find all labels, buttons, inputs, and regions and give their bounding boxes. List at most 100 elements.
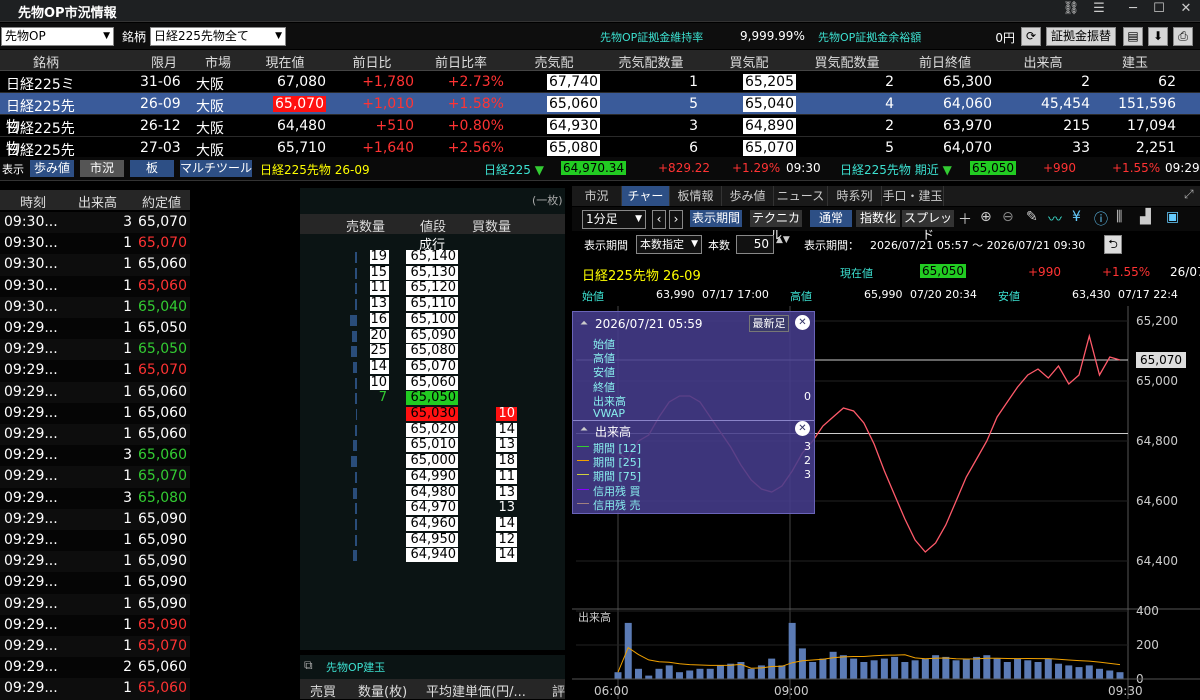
zoom-in-icon[interactable]: ⊕ (980, 209, 992, 225)
book-row[interactable]: 64,940 14 (300, 548, 565, 564)
chart-tab-4[interactable]: ニュース (774, 186, 828, 206)
quote-cell-7: 6 (604, 140, 698, 156)
chart-tab-6[interactable]: 手口・建玉 (882, 186, 944, 206)
refresh-icon[interactable]: ⟳ (1021, 27, 1041, 46)
yen-icon[interactable]: ¥ (1072, 209, 1081, 225)
book-row[interactable]: 64,950 12 (300, 532, 565, 549)
period-button[interactable]: 表示期間 (690, 210, 742, 227)
menu-icon[interactable]: ☰ (1088, 0, 1110, 20)
tick-time: 09:30... (4, 256, 58, 273)
close-icon[interactable]: ✕ (1175, 0, 1197, 20)
quote-row[interactable]: 日経225ミニ31-06大阪67,080+1,780+2.73%67,74016… (0, 71, 1200, 113)
quote-row[interactable]: 日経225先物 26-12 大阪 64,480 +510 +0.80% 64,930 3 64,… (0, 115, 1200, 157)
zoom-out-icon[interactable]: ⊖ (1002, 209, 1014, 225)
layout-icon[interactable]: ▤ (1123, 27, 1143, 46)
product-select[interactable]: 先物OP ▼ (1, 27, 114, 46)
maximize-icon[interactable]: ☐ (1148, 0, 1170, 20)
chart-tab-5[interactable]: 時系列 (828, 186, 882, 206)
chart-tab-0[interactable]: 市況 (572, 186, 622, 206)
overlay-volume-value: 0 (804, 390, 811, 403)
book-row[interactable]: 16 65,100 (300, 312, 565, 329)
quote-header-5: 前日比率 (434, 56, 487, 71)
tab-multitool[interactable]: マルチツール (180, 160, 252, 177)
tick-price: 65,060 (138, 383, 187, 400)
overlay-close-icon[interactable]: ✕ (795, 315, 810, 330)
reset-icon[interactable]: ⮌ (1104, 235, 1122, 254)
book-row[interactable]: 65,010 13 (300, 438, 565, 454)
chart-tabs: 市況チャート板情報歩み値ニュース時系列手口・建玉 (572, 186, 1200, 223)
transfer-button[interactable]: 証拠金振替 (1046, 27, 1116, 46)
print-icon[interactable]: ⎙ (1173, 27, 1193, 46)
book-row[interactable]: 13 65,110 (300, 297, 565, 313)
quote-cell-3: 65,710 (244, 140, 326, 156)
book-row[interactable]: 14 65,070 (300, 359, 565, 376)
book-row[interactable]: 65,020 14 (300, 422, 565, 439)
chart-tab-2[interactable]: 板情報 (670, 186, 722, 206)
period-select[interactable]: 本数指定 ▼ (636, 235, 702, 254)
positions-title: 先物OP建玉 (326, 661, 386, 674)
interval-select[interactable]: 1分足 ▼ (582, 210, 646, 229)
overlay-close-icon-2[interactable]: ✕ (795, 421, 810, 436)
quote-value: 大阪 (196, 121, 224, 137)
book-row[interactable]: 15 65,130 (300, 265, 565, 282)
chart-tab-3[interactable]: 歩み値 (722, 186, 774, 206)
book-row[interactable]: 65,030 10 (300, 407, 565, 423)
book-row[interactable]: 11 65,120 (300, 281, 565, 297)
book-row[interactable]: 7 65,050 (300, 391, 565, 407)
tick-time: 09:29... (4, 383, 58, 400)
book-header-price: 値段 (420, 220, 447, 235)
book-row[interactable]: 64,970 13 (300, 501, 565, 517)
legend-line (577, 446, 589, 447)
count-spinner-icon[interactable]: ▲▼ (776, 235, 790, 245)
volume-bar (911, 660, 919, 679)
collapse-icon[interactable]: ⏶ (580, 318, 588, 329)
area-icon[interactable]: ▟ (1140, 209, 1151, 225)
book-price: 65,100 (406, 312, 458, 327)
book-row[interactable]: 65,000 18 (300, 454, 565, 470)
spread-button[interactable]: スプレッド (902, 210, 954, 242)
window-icon[interactable]: ⧉ (304, 658, 313, 673)
volume-bar (686, 670, 694, 679)
expand-icon[interactable]: ⤢ (1184, 187, 1194, 202)
minimize-icon[interactable]: ─ (1122, 0, 1144, 20)
crosshair-icon[interactable]: ＋ (958, 209, 972, 229)
book-row[interactable]: 19 65,140 (300, 250, 565, 266)
count-input[interactable]: 50 (736, 235, 774, 254)
book-row[interactable]: 10 65,060 (300, 375, 565, 392)
tab-market[interactable]: 市況 (80, 160, 124, 177)
collapse-icon-2[interactable]: ⏶ (580, 424, 588, 435)
index2-change: +990 (1043, 161, 1076, 175)
book-row[interactable]: 64,980 13 (300, 485, 565, 502)
book-row[interactable]: 20 65,090 (300, 328, 565, 345)
latest-button[interactable]: 最新足 (749, 315, 789, 332)
book-row[interactable]: 25 65,080 (300, 344, 565, 360)
chart-tab-1[interactable]: チャート (622, 186, 670, 223)
high-value: 65,990 (864, 288, 903, 301)
index1-name: 日経225 ▼ (484, 163, 544, 177)
index-button[interactable]: 指数化 (856, 210, 900, 227)
volume-bar (645, 675, 653, 679)
quote-value: 3 (689, 118, 698, 134)
candle-icon[interactable]: ⫼ (1116, 209, 1122, 225)
tick-price: 65,090 (138, 510, 187, 527)
link-icon[interactable]: ⛓ (1060, 0, 1082, 20)
indicator-icon[interactable]: 〰 (1048, 209, 1062, 229)
quote-row[interactable]: 日経225先物27-03大阪65,710+1,640+2.56%65,08066… (0, 137, 1200, 179)
positions-header: 売買 数量(枚) 平均建単価(円/... 評 (300, 679, 565, 700)
tick-price: 65,050 (138, 320, 187, 336)
normal-button[interactable]: 通常 (810, 210, 852, 227)
brand-select[interactable]: 日経225先物全て ▼ (150, 27, 286, 46)
brand-label: 銘柄 (122, 30, 147, 44)
next-icon[interactable]: › (669, 210, 683, 229)
info-icon[interactable]: ⓘ (1094, 209, 1108, 229)
download-icon[interactable]: ⬇ (1148, 27, 1168, 46)
pen-icon[interactable]: ✎ (1026, 209, 1038, 225)
tab-board[interactable]: 板 (130, 160, 174, 177)
prev-icon[interactable]: ‹ (652, 210, 666, 229)
quote-row[interactable]: 日経225先物 26-09 大阪 65,070 +1,010 +1.58% 65,060 5 6… (0, 93, 1200, 135)
technical-button[interactable]: テクニカル (750, 210, 802, 242)
book-row[interactable]: 64,960 14 (300, 516, 565, 533)
tab-ticks[interactable]: 歩み値 (30, 160, 74, 177)
settings-icon[interactable]: ▣ (1166, 209, 1179, 225)
book-row[interactable]: 64,990 11 (300, 469, 565, 486)
